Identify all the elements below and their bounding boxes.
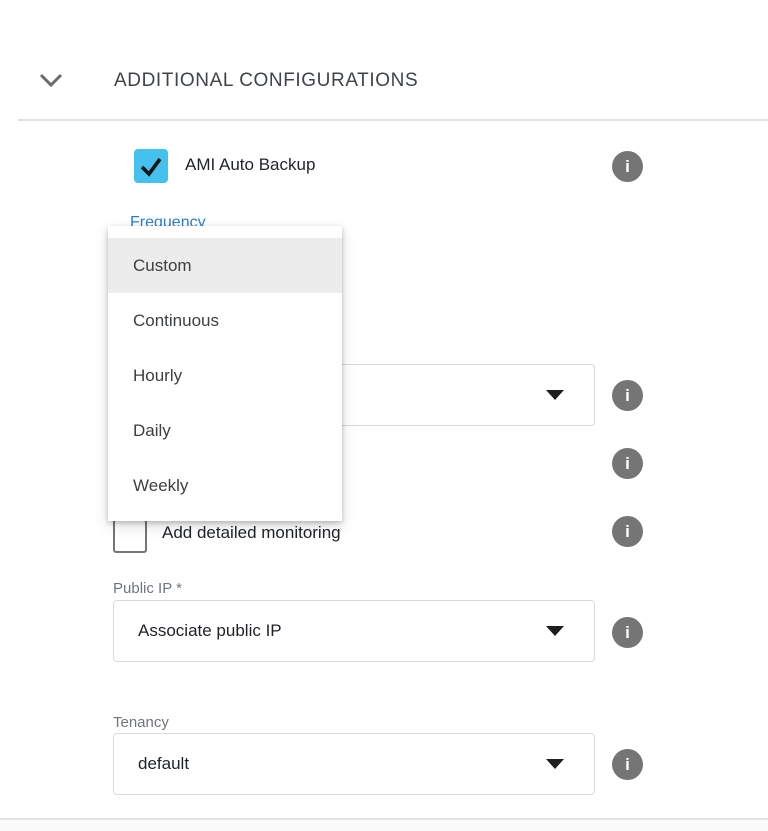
detailed-monitoring-info-button[interactable]: i [612, 516, 643, 547]
tenancy-value: default [138, 734, 189, 794]
public-ip-info-button[interactable]: i [612, 617, 643, 648]
detailed-monitoring-label: Add detailed monitoring [162, 523, 341, 543]
dropdown-option-hourly[interactable]: Hourly [108, 348, 342, 403]
dropdown-option-continuous[interactable]: Continuous [108, 293, 342, 348]
tenancy-info-button[interactable]: i [612, 749, 643, 780]
dropdown-option-custom[interactable]: Custom [108, 238, 342, 293]
tenancy-select[interactable]: default [113, 733, 595, 795]
hidden-row-info-button[interactable]: i [612, 448, 643, 479]
public-ip-label: Public IP * [113, 580, 182, 597]
caret-down-icon [546, 759, 564, 769]
caret-down-icon [546, 390, 564, 400]
dropdown-option-weekly[interactable]: Weekly [108, 458, 342, 513]
caret-down-icon [546, 626, 564, 636]
info-icon: i [625, 387, 630, 404]
section-collapse-toggle[interactable] [38, 71, 64, 89]
info-icon: i [625, 523, 630, 540]
ami-auto-backup-info-button[interactable]: i [612, 151, 643, 182]
tenancy-label: Tenancy [113, 714, 169, 731]
info-icon: i [625, 624, 630, 641]
section-title: ADDITIONAL CONFIGURATIONS [114, 70, 418, 92]
footer-strip [0, 820, 768, 831]
frequency-dropdown-menu: Custom Continuous Hourly Daily Weekly [108, 226, 342, 521]
public-ip-value: Associate public IP [138, 601, 282, 661]
chevron-down-icon [38, 71, 64, 89]
checkmark-icon [134, 149, 168, 183]
detailed-monitoring-checkbox[interactable] [113, 519, 147, 553]
info-icon: i [625, 756, 630, 773]
info-icon: i [625, 455, 630, 472]
public-ip-select[interactable]: Associate public IP [113, 600, 595, 662]
dropdown-option-daily[interactable]: Daily [108, 403, 342, 458]
info-icon: i [625, 158, 630, 175]
ami-auto-backup-label: AMI Auto Backup [185, 155, 315, 175]
ami-auto-backup-checkbox[interactable] [134, 149, 168, 183]
frequency-info-button[interactable]: i [612, 380, 643, 411]
section-divider [18, 119, 768, 121]
additional-configurations-panel: ADDITIONAL CONFIGURATIONS AMI Auto Backu… [0, 0, 768, 831]
